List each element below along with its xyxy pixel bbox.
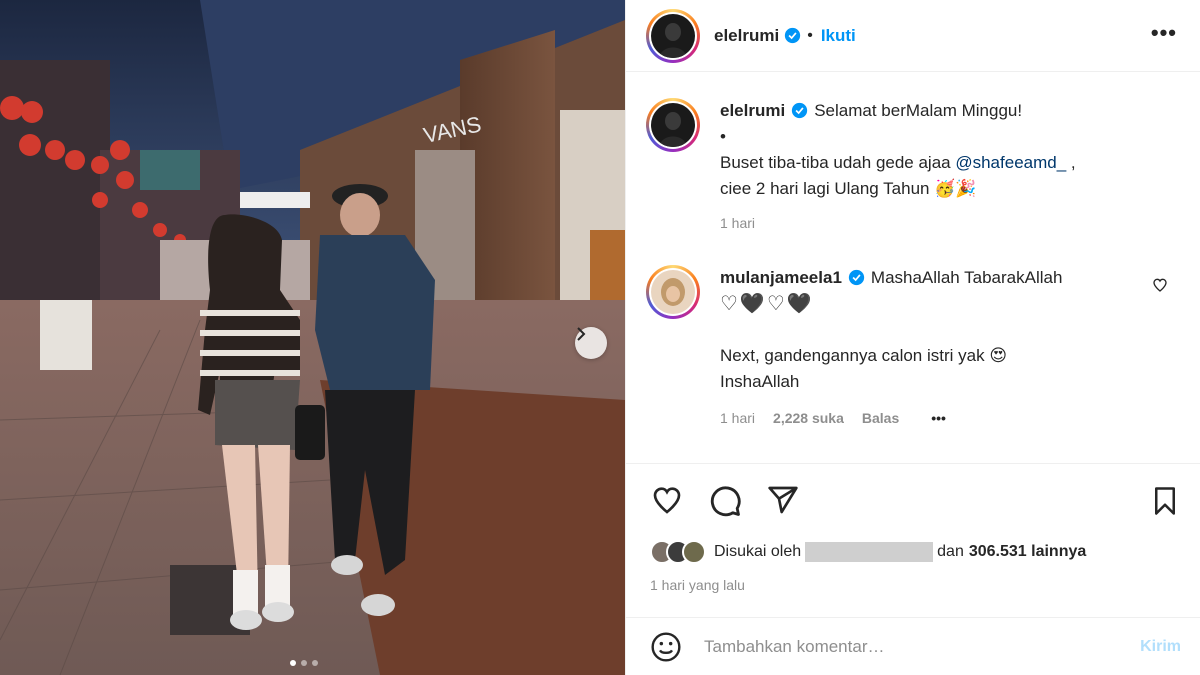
commenter-avatar-image [651,270,695,314]
comment-text-line3: Next, gandengannya calon istri yak 😍 [720,346,1008,365]
carousel-dot [290,660,296,666]
action-bar [626,463,1200,535]
comment-text-line4: InshaAllah [720,372,800,391]
verified-badge-icon [848,269,865,286]
comment-item: mulanjameela1 MashaAllah TabarakAllah ♡🖤♡… [646,265,1186,431]
emoji-icon[interactable] [650,631,682,663]
comment-like-count[interactable]: 2,228 suka [773,405,844,431]
author-username[interactable]: elelrumi [714,26,779,46]
post-comment-button[interactable]: Kirim [1140,638,1181,656]
comment-text-line1: MashaAllah TabarakAllah [870,268,1063,287]
commenter-username[interactable]: mulanjameela1 [720,268,842,287]
author-avatar-image [651,13,695,58]
post-header: elelrumi • Ikuti ••• [626,0,1200,72]
comment-time[interactable]: 1 hari [720,405,755,431]
post-photo[interactable]: VANS [0,0,625,675]
caption-avatar[interactable] [646,98,700,152]
verified-badge-icon [792,102,808,119]
liked-by-label: Disukai oleh [714,543,802,560]
reply-button[interactable]: Balas [862,405,899,431]
caption-avatar-image [651,103,695,147]
next-slide-button[interactable] [575,327,607,359]
caption-text-line3: Buset tiba-tiba udah gede ajaa [720,153,956,172]
caption-time[interactable]: 1 hari [720,210,755,236]
comment-icon[interactable] [708,484,742,518]
comment-input[interactable]: Tambahkan komentar… [704,637,1140,657]
author-avatar[interactable] [646,8,700,63]
bookmark-icon[interactable] [1150,484,1180,518]
comment-text-hearts: ♡🖤♡🖤 [720,293,814,315]
liked-by-username-redacted [805,542,934,562]
more-options-button[interactable]: ••• [1151,22,1177,44]
likes-summary[interactable]: Disukai oleh dan 306.531 lainnya [650,540,1086,564]
paper-plane-icon[interactable] [766,484,800,516]
heart-icon[interactable] [650,484,684,516]
caption-text-line2: • [720,127,726,146]
liker-avatars [650,540,706,564]
carousel-dot [312,660,318,666]
caption-text-line1: Selamat berMalam Minggu! [814,101,1023,120]
caption-username[interactable]: elelrumi [720,101,785,120]
like-count[interactable]: 306.531 lainnya [969,543,1086,561]
verified-badge-icon [785,27,801,44]
comment-like-heart-icon[interactable] [1152,277,1168,293]
post-timestamp[interactable]: 1 hari yang lalu [650,577,745,593]
chevron-right-icon [577,327,586,341]
mall-photo-image: VANS [0,0,625,675]
caption-text-line4: ciee 2 hari lagi Ulang Tahun 🥳🎉 [720,179,977,198]
commenter-avatar[interactable] [646,265,700,319]
comment-composer: Tambahkan komentar… Kirim [626,617,1200,675]
post-sidebar: elelrumi • Ikuti ••• elelrumi Selamat be… [625,0,1200,675]
caption-mention-link[interactable]: @shafeeamd_ [955,153,1066,172]
caption: elelrumi Selamat berMalam Minggu! • Buset… [646,98,1186,236]
carousel-indicator [290,660,318,666]
liked-by-and: dan [937,543,964,560]
follow-button[interactable]: Ikuti [821,26,856,46]
caption-text-line3-end: , [1066,153,1076,172]
carousel-dot [301,660,307,666]
comment-options-button[interactable]: ••• [931,405,946,431]
